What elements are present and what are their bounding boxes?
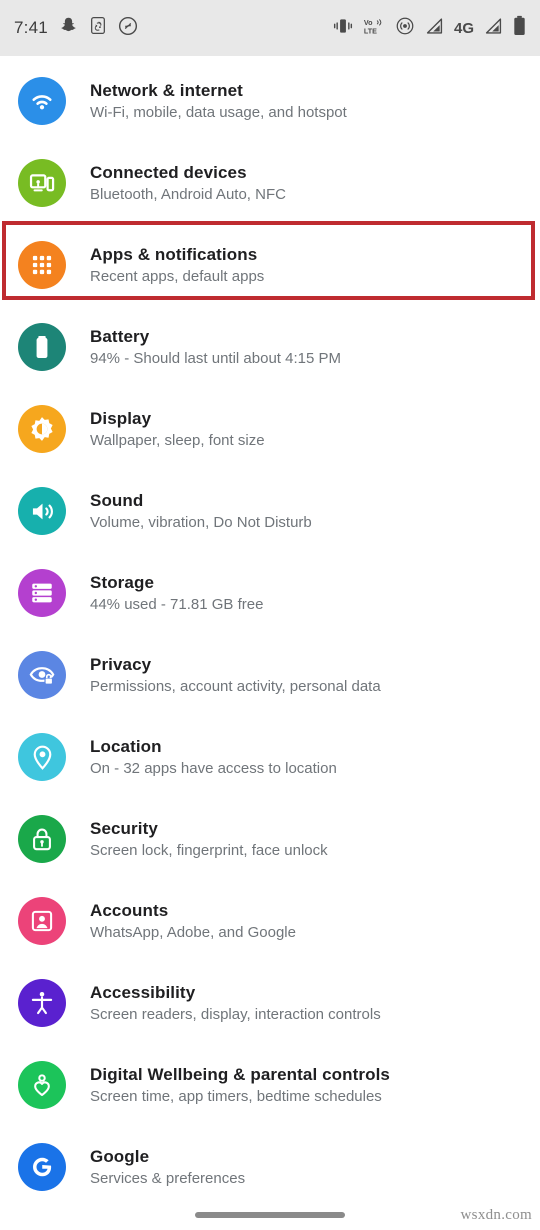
hotspot-icon (395, 16, 415, 41)
home-gesture-pill[interactable] (195, 1212, 345, 1218)
settings-row-subtitle: Permissions, account activity, personal … (90, 677, 381, 695)
settings-row-display[interactable]: Display Wallpaper, sleep, font size (0, 388, 540, 470)
volte-icon: Vo LTE (363, 16, 385, 41)
settings-row-subtitle: 94% - Should last until about 4:15 PM (90, 349, 341, 367)
vibrate-icon (333, 17, 353, 40)
settings-row-privacy[interactable]: Privacy Permissions, account activity, p… (0, 634, 540, 716)
connected-devices-icon (18, 159, 66, 207)
settings-row-subtitle: Screen time, app timers, bedtime schedul… (90, 1087, 382, 1105)
signal-2-icon (484, 17, 503, 40)
settings-row-google[interactable]: Google Services & preferences (0, 1126, 540, 1208)
status-bar-left: 7:41 (14, 16, 138, 41)
watermark: wsxdn.com (460, 1207, 532, 1223)
svg-text:LTE: LTE (364, 26, 377, 35)
wifi-icon (18, 77, 66, 125)
status-bar-right: Vo LTE 4G (333, 15, 526, 41)
status-bar: 7:41 Vo LTE 4G (0, 0, 540, 56)
settings-row-subtitle: Wi-Fi, mobile, data usage, and hotspot (90, 103, 347, 121)
settings-row-title: Location (90, 736, 162, 756)
brightness-icon (18, 405, 66, 453)
settings-row-title: Connected devices (90, 162, 247, 182)
status-clock: 7:41 (14, 18, 48, 37)
account-portrait-icon (18, 897, 66, 945)
settings-row-subtitle: Bluetooth, Android Auto, NFC (90, 185, 286, 203)
network-4g-icon: 4G (453, 19, 474, 37)
storage-icon (18, 569, 66, 617)
settings-row-title: Sound (90, 490, 144, 510)
settings-row-subtitle: Wallpaper, sleep, font size (90, 431, 265, 449)
settings-row-title: Apps & notifications (90, 244, 258, 264)
settings-list: Network & internet Wi-Fi, mobile, data u… (0, 56, 540, 1208)
settings-row-subtitle: On - 32 apps have access to location (90, 759, 337, 777)
settings-row-location[interactable]: Location On - 32 apps have access to loc… (0, 716, 540, 798)
settings-row-title: Battery (90, 326, 150, 346)
settings-row-apps-and-notifications[interactable]: Apps & notifications Recent apps, defaul… (0, 224, 540, 306)
settings-row-title: Storage (90, 572, 154, 592)
settings-row-subtitle: WhatsApp, Adobe, and Google (90, 923, 296, 941)
privacy-eye-lock-icon (18, 651, 66, 699)
settings-row-security[interactable]: Security Screen lock, fingerprint, face … (0, 798, 540, 880)
snapchat-icon (59, 16, 78, 40)
shazam-icon (118, 16, 138, 41)
settings-row-accounts[interactable]: Accounts WhatsApp, Adobe, and Google (0, 880, 540, 962)
settings-row-subtitle: Volume, vibration, Do Not Disturb (90, 513, 312, 531)
settings-row-network-and-internet[interactable]: Network & internet Wi-Fi, mobile, data u… (0, 60, 540, 142)
battery-icon (513, 15, 526, 41)
settings-row-title: Digital Wellbeing & parental controls (90, 1064, 390, 1084)
wellbeing-heart-icon (18, 1061, 66, 1109)
settings-row-title: Accounts (90, 900, 169, 920)
settings-row-battery[interactable]: Battery 94% - Should last until about 4:… (0, 306, 540, 388)
settings-row-sound[interactable]: Sound Volume, vibration, Do Not Disturb (0, 470, 540, 552)
settings-row-title: Display (90, 408, 152, 428)
location-pin-icon (18, 733, 66, 781)
settings-row-subtitle: Screen readers, display, interaction con… (90, 1005, 381, 1023)
signal-1-icon (425, 17, 444, 40)
google-g-icon (18, 1143, 66, 1191)
settings-row-title: Google (90, 1146, 150, 1166)
settings-row-storage[interactable]: Storage 44% used - 71.81 GB free (0, 552, 540, 634)
settings-row-title: Security (90, 818, 158, 838)
settings-row-subtitle: 44% used - 71.81 GB free (90, 595, 264, 613)
settings-row-accessibility[interactable]: Accessibility Screen readers, display, i… (0, 962, 540, 1044)
settings-row-subtitle: Services & preferences (90, 1169, 246, 1187)
settings-row-subtitle: Screen lock, fingerprint, face unlock (90, 841, 328, 859)
settings-row-subtitle: Recent apps, default apps (90, 267, 265, 285)
settings-row-connected-devices[interactable]: Connected devices Bluetooth, Android Aut… (0, 142, 540, 224)
screenshot-icon (89, 16, 107, 40)
lock-icon (18, 815, 66, 863)
phone-screen: 7:41 Vo LTE 4G Network & internet Wi-Fi,… (0, 0, 540, 1230)
apps-grid-icon (18, 241, 66, 289)
volume-icon (18, 487, 66, 535)
settings-row-digital-wellbeing[interactable]: Digital Wellbeing & parental controls Sc… (0, 1044, 540, 1126)
settings-row-title: Privacy (90, 654, 152, 674)
settings-row-title: Accessibility (90, 982, 196, 1002)
battery-icon (18, 323, 66, 371)
settings-row-title: Network & internet (90, 80, 243, 100)
accessibility-person-icon (18, 979, 66, 1027)
